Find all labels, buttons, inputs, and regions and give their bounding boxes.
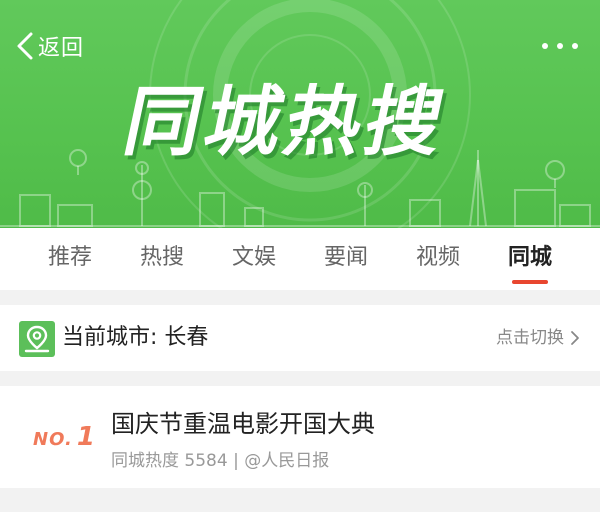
- switch-city-button[interactable]: 点击切换: [496, 305, 580, 371]
- tab-label: 要闻: [323, 245, 368, 270]
- chevron-left-icon: [17, 32, 33, 60]
- tab-entertainment[interactable]: 文娱: [214, 228, 294, 290]
- tab-hot-search[interactable]: 热搜: [122, 228, 202, 290]
- tab-label: 推荐: [47, 245, 92, 270]
- rank-number: 1: [76, 422, 96, 452]
- news-title: 国庆节重温电影开国大典: [111, 410, 375, 438]
- header-banner: 返回 同城热搜: [0, 0, 600, 228]
- back-label: 返回: [38, 36, 85, 61]
- more-dots-icon[interactable]: [542, 36, 578, 56]
- active-tab-indicator: [512, 280, 548, 284]
- tab-news[interactable]: 要闻: [306, 228, 386, 290]
- tab-local[interactable]: 同城: [490, 228, 570, 290]
- back-button[interactable]: 返回: [14, 28, 84, 64]
- rank-prefix: NO.: [33, 429, 73, 450]
- current-city-label: 当前城市: 长春: [62, 325, 209, 350]
- switch-city-label: 点击切换: [496, 328, 564, 348]
- news-meta: 同城热度 5584 | @人民日报: [111, 451, 330, 471]
- location-pin-icon: [19, 321, 55, 357]
- tab-video[interactable]: 视频: [398, 228, 478, 290]
- banner-title: 同城热搜: [116, 77, 456, 166]
- tab-label: 视频: [415, 245, 460, 270]
- current-city-bar: 当前城市: 长春 点击切换: [0, 305, 600, 371]
- tab-bar: 推荐 热搜 文娱 要闻 视频 同城: [0, 228, 600, 290]
- tab-label: 热搜: [139, 245, 184, 270]
- tab-label: 同城: [507, 245, 552, 270]
- tab-recommend[interactable]: 推荐: [30, 228, 110, 290]
- tab-label: 文娱: [231, 245, 276, 270]
- list-item[interactable]: NO. 1 国庆节重温电影开国大典 同城热度 5584 | @人民日报: [0, 386, 600, 488]
- chevron-right-icon: [571, 331, 579, 345]
- rank-badge: NO. 1: [33, 422, 96, 454]
